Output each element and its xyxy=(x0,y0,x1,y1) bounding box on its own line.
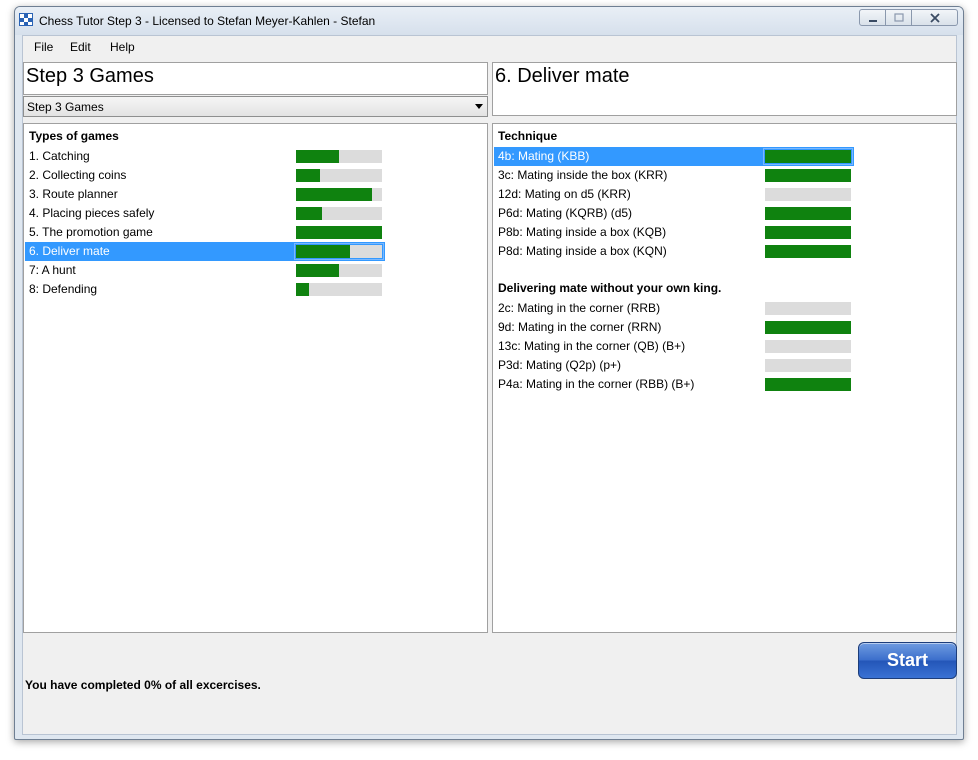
list-item-label: 8: Defending xyxy=(29,282,98,296)
list-item-label: 2c: Mating in the corner (RRB) xyxy=(498,301,661,315)
progress-bar xyxy=(765,226,851,239)
progress-bar-fill xyxy=(296,283,309,296)
menu-bar: File Edit Help xyxy=(23,36,956,58)
menu-file[interactable]: File xyxy=(34,40,53,54)
progress-bar xyxy=(296,150,382,163)
minimize-button[interactable] xyxy=(859,9,886,26)
close-button[interactable] xyxy=(912,9,958,26)
list-item[interactable]: 1. Catching xyxy=(25,147,385,166)
app-window: Chess Tutor Step 3 - Licensed to Stefan … xyxy=(14,6,964,740)
list-item[interactable]: P3d: Mating (Q2p) (p+) xyxy=(494,356,854,375)
progress-bar-fill xyxy=(765,226,851,239)
status-text: You have completed 0% of all excercises. xyxy=(25,678,261,692)
list-item[interactable]: 4b: Mating (KBB) xyxy=(494,147,854,166)
menu-help[interactable]: Help xyxy=(110,40,135,54)
list-item-label: P6d: Mating (KQRB) (d5) xyxy=(498,206,633,220)
progress-bar xyxy=(765,378,851,391)
start-button[interactable]: Start xyxy=(858,642,957,679)
progress-bar-fill xyxy=(296,264,339,277)
list-item[interactable]: 8: Defending xyxy=(25,280,385,299)
progress-bar xyxy=(296,283,382,296)
list-item[interactable]: P8d: Mating inside a box (KQN) xyxy=(494,242,854,261)
chess-app-icon xyxy=(19,13,33,26)
progress-bar xyxy=(765,340,851,353)
progress-bar-fill xyxy=(296,207,322,220)
list-item[interactable]: 5. The promotion game xyxy=(25,223,385,242)
games-heading: Types of games xyxy=(29,129,119,143)
progress-bar-fill xyxy=(296,226,382,239)
maximize-button[interactable] xyxy=(886,9,912,26)
list-item-label: 6. Deliver mate xyxy=(29,244,110,258)
progress-bar-fill xyxy=(296,188,372,201)
list-item[interactable]: P8b: Mating inside a box (KQB) xyxy=(494,223,854,242)
progress-bar xyxy=(296,226,382,239)
list-item-label: 13c: Mating in the corner (QB) (B+) xyxy=(498,339,686,353)
left-header: Step 3 Games xyxy=(23,62,488,95)
progress-bar-fill xyxy=(765,321,851,334)
progress-bar xyxy=(765,207,851,220)
progress-bar-fill xyxy=(765,378,851,391)
list-item-label: 7: A hunt xyxy=(29,263,76,277)
progress-bar xyxy=(296,188,382,201)
right-header: 6. Deliver mate xyxy=(492,62,957,116)
progress-bar xyxy=(765,359,851,372)
selection-outline xyxy=(763,148,853,165)
list-item-label: 5. The promotion game xyxy=(29,225,153,239)
dropdown-arrow-icon[interactable] xyxy=(475,104,483,109)
list-item-label: 2. Collecting coins xyxy=(29,168,127,182)
progress-bar xyxy=(296,169,382,182)
list-item-label: 9d: Mating in the corner (RRN) xyxy=(498,320,662,334)
minimize-icon xyxy=(868,19,877,22)
combo-value: Step 3 Games xyxy=(27,100,104,114)
games-list: Types of games 1. Catching 2. Collecting … xyxy=(23,123,488,633)
progress-bar-fill xyxy=(765,169,851,182)
title-bar[interactable]: Chess Tutor Step 3 - Licensed to Stefan … xyxy=(15,7,963,35)
list-item-label: 3. Route planner xyxy=(29,187,118,201)
progress-bar xyxy=(765,302,851,315)
list-item[interactable]: 13c: Mating in the corner (QB) (B+) xyxy=(494,337,854,356)
client-area: File Edit Help Step 3 Games Step 3 Games… xyxy=(22,35,957,735)
progress-bar xyxy=(296,264,382,277)
technique-heading: Technique xyxy=(498,129,558,143)
list-item[interactable]: 4. Placing pieces safely xyxy=(25,204,385,223)
technique-list: Technique 4b: Mating (KBB) 3c: Mating ins… xyxy=(492,123,957,633)
right-header-title: 6. Deliver mate xyxy=(495,65,630,87)
list-item-label: P4a: Mating in the corner (RBB) (B+) xyxy=(498,377,695,391)
list-item-label: P3d: Mating (Q2p) (p+) xyxy=(498,358,622,372)
list-item-label: 4. Placing pieces safely xyxy=(29,206,155,220)
list-item[interactable]: 12d: Mating on d5 (KRR) xyxy=(494,185,854,204)
progress-bar xyxy=(296,207,382,220)
list-item[interactable]: 2c: Mating in the corner (RRB) xyxy=(494,299,854,318)
progress-bar xyxy=(765,245,851,258)
list-item-label: 3c: Mating inside the box (KRR) xyxy=(498,168,668,182)
list-item[interactable]: 6. Deliver mate xyxy=(25,242,385,261)
list-item[interactable]: P6d: Mating (KQRB) (d5) xyxy=(494,204,854,223)
step-combo[interactable]: Step 3 Games xyxy=(23,96,488,117)
list-item[interactable]: 3c: Mating inside the box (KRR) xyxy=(494,166,854,185)
list-item-label: P8b: Mating inside a box (KQB) xyxy=(498,225,667,239)
list-item[interactable]: 3. Route planner xyxy=(25,185,385,204)
list-item[interactable]: P4a: Mating in the corner (RBB) (B+) xyxy=(494,375,854,394)
list-item-label: 12d: Mating on d5 (KRR) xyxy=(498,187,631,201)
list-item-label: P8d: Mating inside a box (KQN) xyxy=(498,244,667,258)
progress-bar xyxy=(765,321,851,334)
progress-bar-fill xyxy=(765,245,851,258)
list-item[interactable]: 7: A hunt xyxy=(25,261,385,280)
menu-edit[interactable]: Edit xyxy=(70,40,91,54)
list-item[interactable]: 2. Collecting coins xyxy=(25,166,385,185)
left-header-title: Step 3 Games xyxy=(26,65,154,87)
without-king-heading: Delivering mate without your own king. xyxy=(498,281,722,295)
list-item[interactable]: 9d: Mating in the corner (RRN) xyxy=(494,318,854,337)
selection-outline xyxy=(294,243,384,260)
list-item-label: 4b: Mating (KBB) xyxy=(498,149,590,163)
progress-bar xyxy=(765,169,851,182)
progress-bar-fill xyxy=(765,207,851,220)
progress-bar-fill xyxy=(296,169,320,182)
list-item-label: 1. Catching xyxy=(29,149,90,163)
progress-bar-fill xyxy=(296,150,339,163)
restore-icon xyxy=(893,13,904,22)
close-icon xyxy=(929,12,940,23)
progress-bar xyxy=(765,188,851,201)
window-title: Chess Tutor Step 3 - Licensed to Stefan … xyxy=(39,14,376,28)
